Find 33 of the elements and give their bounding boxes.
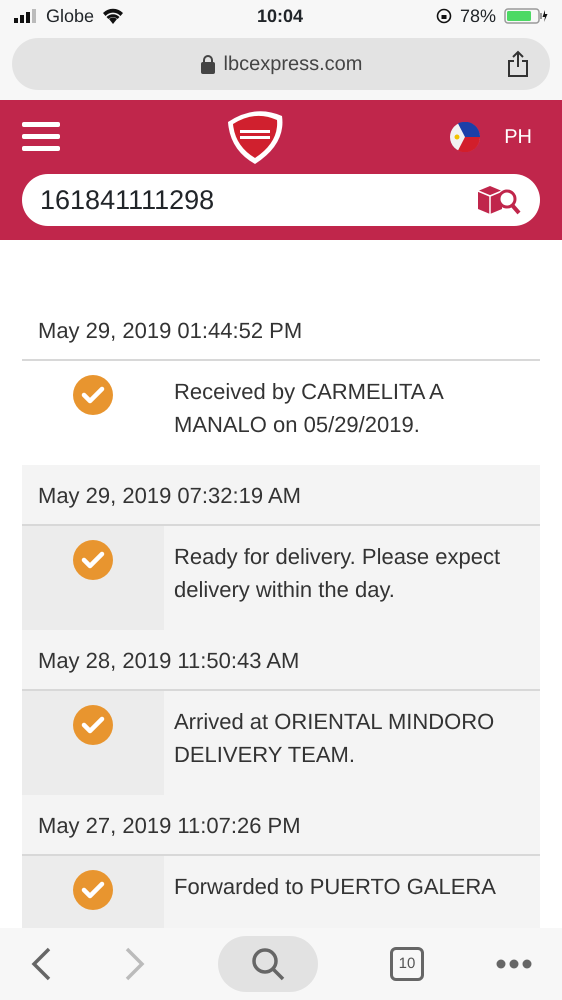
clock-time: 10:04: [256, 4, 304, 28]
tabs-button[interactable]: 10: [390, 947, 424, 981]
event-description: Received by CARMELITA A MANALO on 05/29/2019.: [173, 378, 444, 439]
battery-icon: [504, 8, 548, 24]
address-bar[interactable]: lbcexpress.com: [12, 38, 550, 90]
rotation-lock-icon: [436, 8, 452, 24]
tracking-number: 161841111298: [40, 184, 214, 217]
event-date: May 28, 2019 11:50:43 AM: [22, 630, 540, 691]
carrier-name: Globe: [46, 4, 94, 28]
country-code[interactable]: PH: [504, 122, 532, 152]
event-description: Ready for delivery. Please expect delivery within the day.: [173, 543, 502, 604]
url-text: lbcexpress.com: [224, 52, 362, 77]
event-date: May 27, 2019 11:07:26 PM: [22, 795, 540, 856]
wifi-icon: [102, 8, 124, 24]
package-search-icon[interactable]: [476, 183, 522, 217]
back-icon[interactable]: [30, 947, 52, 981]
check-icon: [73, 540, 113, 580]
share-icon[interactable]: [506, 50, 530, 78]
event-date: May 29, 2019 07:32:19 AM: [22, 465, 540, 526]
menu-icon[interactable]: [22, 121, 60, 153]
lock-icon: [200, 54, 216, 74]
check-icon: [73, 870, 113, 910]
event-description: Forwarded to PUERTO GALERA: [173, 873, 497, 901]
flag-icon[interactable]: [450, 122, 480, 152]
signal-icon: [14, 9, 38, 23]
check-icon: [73, 375, 113, 415]
event-date: May 29, 2019 01:44:52 PM: [22, 300, 540, 361]
event-description: Arrived at ORIENTAL MINDORO DELIVERY TEAM.: [173, 708, 496, 769]
search-icon: [250, 946, 286, 982]
check-icon: [73, 705, 113, 745]
tracking-field[interactable]: 161841111298: [22, 174, 540, 226]
battery-percent: 78%: [460, 4, 496, 28]
more-icon[interactable]: [496, 959, 532, 969]
